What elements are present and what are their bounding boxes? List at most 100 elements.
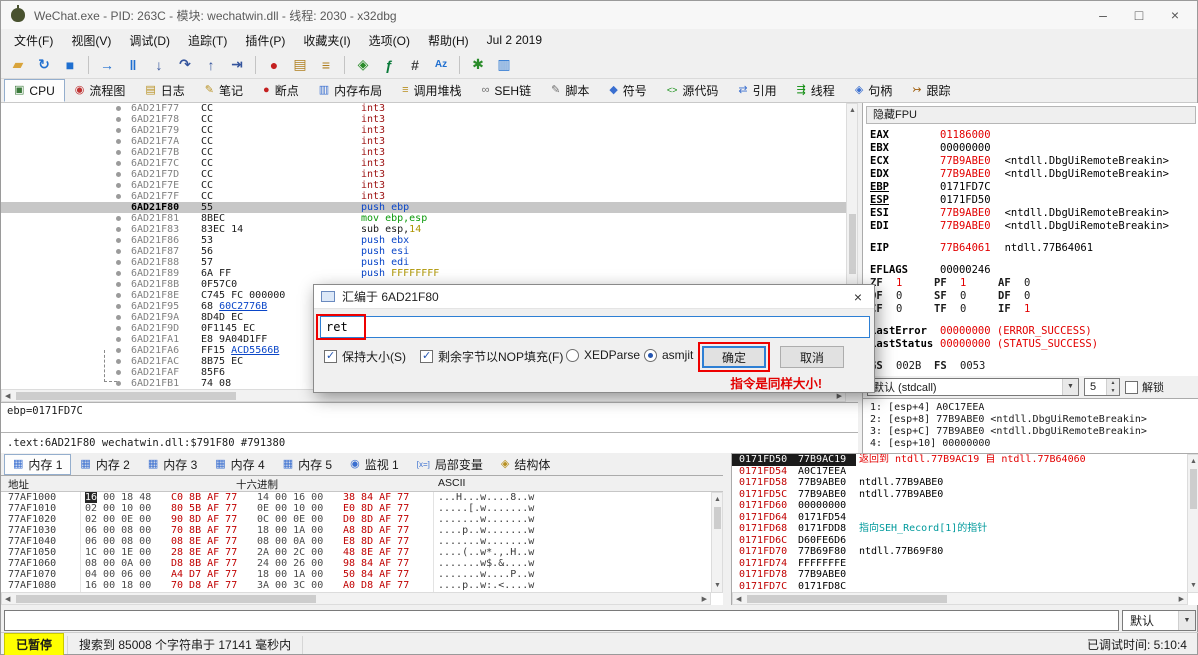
disasm-row[interactable]: 6AD21F7ECCint3 <box>1 180 846 191</box>
cancel-button[interactable]: 取消 <box>780 346 844 368</box>
stack-row[interactable]: 0171FD7C0171FD8C <box>732 581 1198 593</box>
pause-icon[interactable]: ‖ <box>121 53 145 77</box>
close-button[interactable]: × <box>1157 1 1193 29</box>
function-icon[interactable]: ƒ <box>377 53 401 77</box>
nop-fill-checkbox[interactable] <box>420 350 433 363</box>
step-over-icon[interactable]: ↷ <box>173 53 197 77</box>
stack-row[interactable]: 0171FD54A0C17EEA <box>732 466 1198 478</box>
disasm-row[interactable]: 6AD21F7BCCint3 <box>1 147 846 158</box>
stack-row[interactable]: 0171FD5877B9ABE0ntdll.77B9ABE0 <box>732 477 1198 489</box>
register-row[interactable]: ZF1PF1AF0 <box>870 277 1198 290</box>
chevron-down-icon[interactable]: ▼ <box>1178 611 1195 630</box>
minimize-button[interactable]: – <box>1085 1 1121 29</box>
tab-笔记[interactable]: ✎笔记 <box>195 79 253 102</box>
tab-内存布局[interactable]: ▥内存布局 <box>309 79 392 102</box>
computer-icon[interactable]: ▥ <box>492 53 516 77</box>
run-to-user-code-icon[interactable]: ⇥ <box>225 53 249 77</box>
command-profile-dropdown[interactable]: 默认 ▼ <box>1122 610 1196 631</box>
hide-fpu-button[interactable]: 隐藏FPU <box>866 106 1196 124</box>
stack-row[interactable]: 0171FD5C77B9ABE0ntdll.77B9ABE0 <box>732 489 1198 501</box>
tab-线程[interactable]: ⇶线程 <box>787 79 845 102</box>
tab-局部变量[interactable]: [x=]局部变量 <box>408 454 492 475</box>
register-row[interactable]: EBX00000000 <box>870 142 1198 155</box>
tab-断点[interactable]: ●断点 <box>253 79 309 102</box>
open-file-icon[interactable]: ▰ <box>6 53 30 77</box>
maximize-button[interactable]: □ <box>1121 1 1157 29</box>
graph-icon[interactable]: ◈ <box>351 53 375 77</box>
register-row[interactable]: EDX77B9ABE0<ntdll.DbgUiRemoteBreakin> <box>870 168 1198 181</box>
dump-row[interactable]: 77AF107004 00 06 00A4 D7 AF 7718 00 1A 0… <box>1 569 723 580</box>
nop-fill-checkbox-group[interactable]: 剩余字节以NOP填充(F) <box>420 348 563 365</box>
tab-跟踪[interactable]: ↣跟踪 <box>902 79 960 102</box>
stack-row[interactable]: 0171FD7077B69F80ntdll.77B69F80 <box>732 546 1198 558</box>
register-row[interactable]: ECX77B9ABE0<ntdll.DbgUiRemoteBreakin> <box>870 155 1198 168</box>
stack-h-scrollbar[interactable]: ◀▶ <box>732 592 1188 605</box>
disasm-row[interactable]: 6AD21F7FCCint3 <box>1 191 846 202</box>
stack-row[interactable]: 0171FD6000000000 <box>732 500 1198 512</box>
stop-icon[interactable]: ■ <box>58 53 82 77</box>
dump-row[interactable]: 77AF101002 00 10 0080 5B AF 770E 00 10 0… <box>1 503 723 514</box>
register-row[interactable]: OF0SF0DF0 <box>870 290 1198 303</box>
tab-监视 1[interactable]: ◉监视 1 <box>341 454 408 475</box>
log-icon[interactable]: ≡ <box>314 53 338 77</box>
register-row[interactable]: EIP77B64061ntdll.77B64061 <box>870 242 1198 255</box>
tab-内存 2[interactable]: ▦内存 2 <box>71 454 138 475</box>
disasm-row[interactable]: 6AD21F8857push edi <box>1 257 846 268</box>
stack-v-scrollbar-thumb[interactable] <box>1190 469 1197 509</box>
disasm-row[interactable]: 6AD21F7CCCint3 <box>1 158 846 169</box>
register-row[interactable] <box>870 351 1198 360</box>
disasm-row[interactable]: 6AD21F7DCCint3 <box>1 169 846 180</box>
register-row[interactable]: GS002BFS0053 <box>870 360 1198 373</box>
dump-row[interactable]: 77AF106008 00 0A 00D8 8B AF 7724 00 26 0… <box>1 558 723 569</box>
dump-v-scrollbar[interactable]: ▲▼ <box>711 492 723 593</box>
register-row[interactable]: EFLAGS00000246 <box>870 264 1198 277</box>
register-row[interactable] <box>870 316 1198 325</box>
register-row[interactable]: LastError00000000 (ERROR_SUCCESS) <box>870 325 1198 338</box>
tab-CPU[interactable]: ▣CPU <box>4 79 65 102</box>
menu-options[interactable]: 选项(O) <box>360 29 419 52</box>
disasm-row[interactable]: 6AD21F79CCint3 <box>1 125 846 136</box>
argument-count-stepper[interactable]: 5 ▲▼ <box>1084 378 1120 396</box>
dump-row[interactable]: 77AF104006 00 08 0008 8E AF 7708 00 0A 0… <box>1 536 723 547</box>
disasm-h-scrollbar-thumb[interactable] <box>16 392 236 400</box>
run-icon[interactable]: → <box>95 53 119 77</box>
disasm-row[interactable]: 6AD21F818BECmov ebp,esp <box>1 213 846 224</box>
argument-row[interactable]: 4: [esp+10] 00000000 <box>870 438 1198 450</box>
dump-row[interactable]: 77AF102002 00 0E 0090 8D AF 770C 00 0E 0… <box>1 514 723 525</box>
step-out-icon[interactable]: ↑ <box>199 53 223 77</box>
settings-icon[interactable]: ✱ <box>466 53 490 77</box>
register-row[interactable]: EBP0171FD7C <box>870 181 1198 194</box>
menu-help[interactable]: 帮助(H) <box>419 29 478 52</box>
stack-row[interactable]: 0171FD74FFFFFFFE <box>732 558 1198 570</box>
dump-row[interactable]: 77AF108016 00 18 0070 D8 AF 773A 00 3C 0… <box>1 580 723 591</box>
disasm-row[interactable]: 6AD21F8055push ebp <box>1 202 846 213</box>
tab-引用[interactable]: ⇄引用 <box>728 79 786 102</box>
memory-dump-panel[interactable]: 地址 十六进制 ASCII 77AF100016 00 18 48C0 8B A… <box>1 475 723 605</box>
dump-h-scrollbar-thumb[interactable] <box>16 595 316 603</box>
stack-row[interactable]: 0171FD6CD60FE6D6 <box>732 535 1198 547</box>
unlock-checkbox[interactable] <box>1125 381 1138 394</box>
command-input[interactable] <box>4 610 1119 631</box>
restart-icon[interactable]: ↻ <box>32 53 56 77</box>
tab-内存 4[interactable]: ▦内存 4 <box>206 454 273 475</box>
dump-row[interactable]: 77AF100016 00 18 48C0 8B AF 7714 00 16 0… <box>1 492 723 503</box>
unlock-checkbox-group[interactable]: 解锁 <box>1125 379 1164 395</box>
stack-panel[interactable]: 0171FD5077B9AC19返回到 ntdll.77B9AC19 自 ntd… <box>731 453 1198 605</box>
tab-SEH链[interactable]: ∞SEH链 <box>472 79 542 102</box>
menu-plugins[interactable]: 插件(P) <box>236 29 294 52</box>
dump-v-scrollbar-thumb[interactable] <box>714 507 721 529</box>
register-row[interactable]: EAX01186000 <box>870 129 1198 142</box>
disasm-row[interactable]: 6AD21F77CCint3 <box>1 103 846 114</box>
argument-row[interactable]: 2: [esp+8] 77B9ABE0 <ntdll.DbgUiRemoteBr… <box>870 414 1198 426</box>
menu-file[interactable]: 文件(F) <box>5 29 62 52</box>
stack-h-scrollbar-thumb[interactable] <box>747 595 947 603</box>
register-row[interactable]: ESI77B9ABE0<ntdll.DbgUiRemoteBreakin> <box>870 207 1198 220</box>
arguments-panel[interactable]: 1: [esp+4] A0C17EEA2: [esp+8] 77B9ABE0 <… <box>862 398 1198 453</box>
register-row[interactable]: ESP0171FD50 <box>870 194 1198 207</box>
disasm-row[interactable]: 6AD21F7ACCint3 <box>1 136 846 147</box>
register-row[interactable] <box>870 233 1198 242</box>
menu-favourites[interactable]: 收藏夹(I) <box>294 29 359 52</box>
asmjit-radio[interactable] <box>644 349 657 362</box>
disasm-row[interactable]: 6AD21F896A FFpush FFFFFFFF <box>1 268 846 279</box>
tab-源代码[interactable]: <>源代码 <box>657 79 729 102</box>
